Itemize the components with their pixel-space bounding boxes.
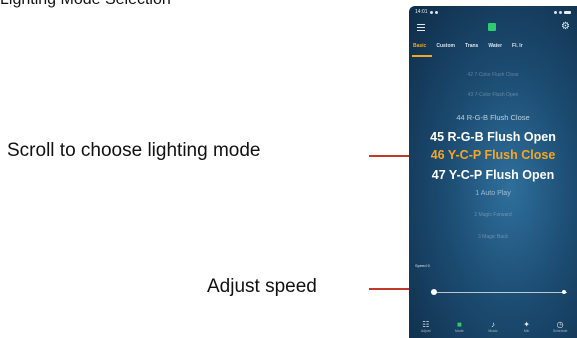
- nav-mic[interactable]: ✦ Mic: [512, 320, 542, 333]
- mode-item[interactable]: 47 Y-C-P Flush Open: [409, 168, 577, 182]
- speed-label: Speed 0: [415, 263, 430, 268]
- status-time: 14:01: [415, 9, 428, 15]
- battery-icon: [564, 10, 571, 14]
- speed-slider-track[interactable]: [431, 292, 567, 293]
- speed-slider-thumb[interactable]: [431, 289, 437, 295]
- scroll-callout-line: [369, 155, 411, 157]
- notification-icon: [429, 10, 433, 14]
- tab-basic[interactable]: Basic: [409, 41, 426, 55]
- music-icon: ♪: [490, 320, 495, 329]
- tab-fl[interactable]: Fl. Ir: [508, 41, 523, 55]
- mode-item[interactable]: 42 7-Color Flush Close: [409, 72, 577, 78]
- mode-item[interactable]: 44 R-G-B Flush Close: [409, 113, 577, 122]
- menu-icon[interactable]: [417, 24, 425, 32]
- app-bar: ⚙: [409, 20, 577, 36]
- tab-custom[interactable]: Custom: [432, 41, 455, 55]
- nav-label: Music: [488, 329, 498, 333]
- speed-callout-text: Adjust speed: [207, 276, 317, 297]
- mode-tabs: Basic Custom Trans Water Fl. Ir: [409, 41, 577, 55]
- mode-item[interactable]: 43 7-Color Flush Open: [409, 92, 577, 98]
- mic-icon: ✦: [523, 320, 530, 329]
- wifi-icon: [559, 10, 562, 14]
- mode-item[interactable]: 1 Auto Play: [409, 190, 577, 197]
- app-logo-icon: [488, 23, 496, 31]
- nav-label: Mode: [455, 329, 464, 333]
- nav-label: Schedule: [552, 329, 568, 333]
- status-bar: 14:01: [409, 6, 577, 18]
- scroll-callout-text: Scroll to choose lighting mode: [7, 140, 261, 161]
- sliders-icon: ☷: [422, 320, 430, 329]
- nav-label: Mic: [523, 329, 530, 333]
- signal-icon: [554, 10, 557, 14]
- nav-schedule[interactable]: ◷ Schedule: [545, 320, 575, 333]
- nav-label: Adjust: [420, 329, 431, 333]
- nav-adjust[interactable]: ☷ Adjust: [411, 320, 441, 333]
- tab-water[interactable]: Water: [484, 41, 502, 55]
- notification-icon-2: [434, 10, 438, 14]
- top-caption: Lighting Mode Selection: [0, 0, 171, 9]
- active-tab-indicator: [412, 55, 432, 57]
- clock-icon: ◷: [556, 320, 564, 329]
- bottom-nav: ☷ Adjust ■ Mode ♪ Music ✦ Mic ◷ Schedule: [409, 316, 577, 338]
- nav-music[interactable]: ♪ Music: [478, 320, 508, 333]
- phone-screen: 14:01 ⚙ Basic Custom Trans Water Fl. Ir …: [409, 6, 577, 338]
- tab-trans[interactable]: Trans: [461, 41, 478, 55]
- mode-item-selected[interactable]: 46 Y-C-P Flush Close: [409, 148, 577, 162]
- nav-mode[interactable]: ■ Mode: [444, 320, 474, 333]
- speed-slider-end: [562, 290, 566, 294]
- mode-item[interactable]: 45 R-G-B Flush Open: [409, 130, 577, 144]
- mode-item[interactable]: 3 Magic Back: [409, 234, 577, 240]
- mode-item[interactable]: 2 Magic Forward: [409, 212, 577, 218]
- grid-icon: ■: [456, 320, 462, 329]
- settings-icon[interactable]: ⚙: [561, 22, 570, 32]
